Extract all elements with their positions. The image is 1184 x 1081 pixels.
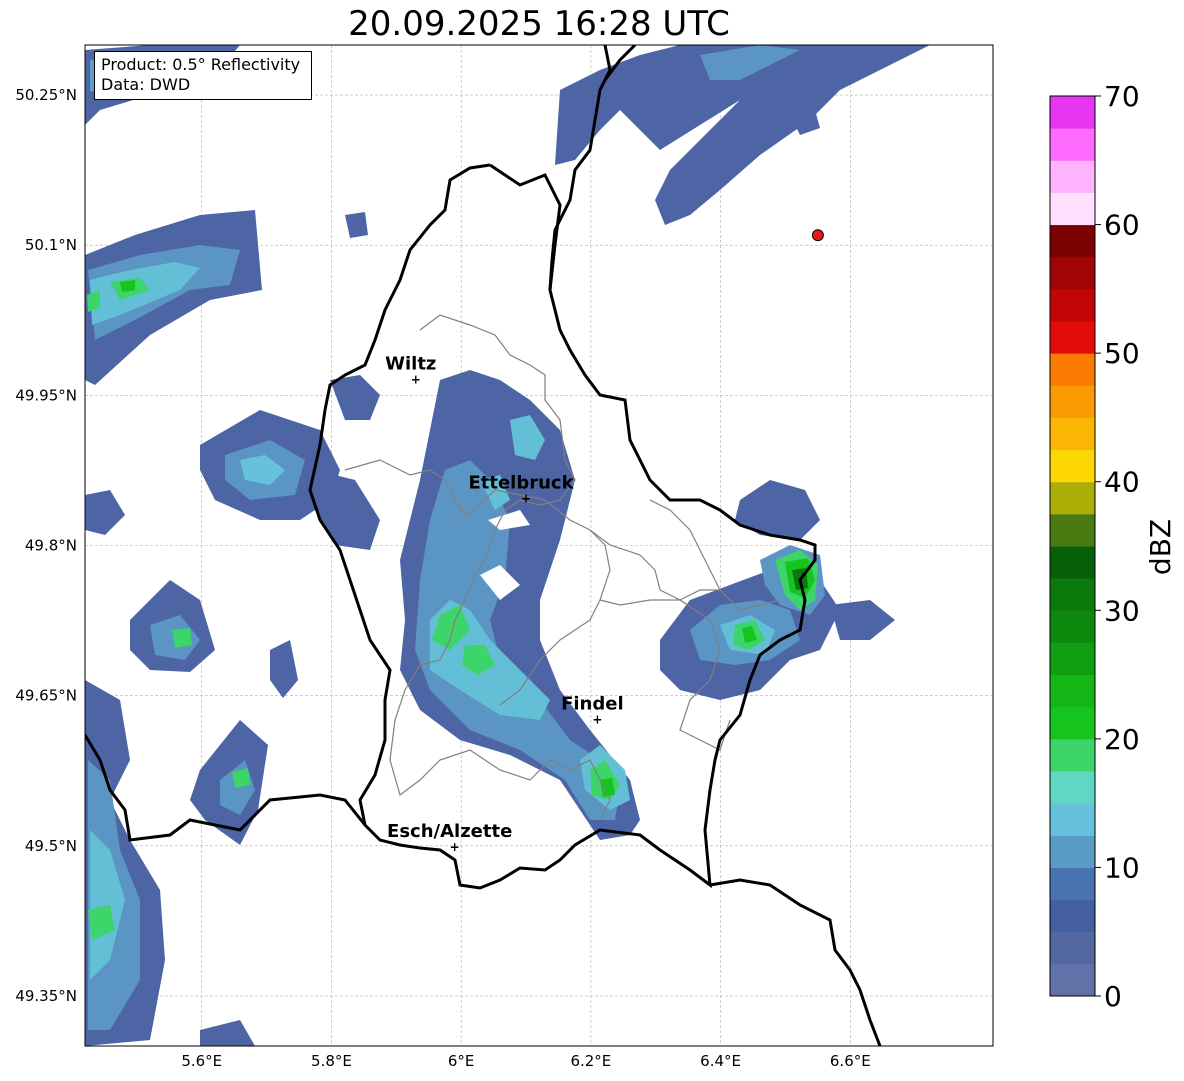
colorbar-segment	[1050, 706, 1095, 740]
colorbar-segment	[1050, 803, 1095, 836]
colorbar-segment	[1050, 449, 1095, 483]
colorbar-tick-label: 30	[1104, 594, 1140, 627]
colorbar-label: dBZ	[1144, 519, 1177, 575]
colorbar-segment	[1050, 546, 1095, 579]
colorbar-segment	[1050, 96, 1095, 129]
colorbar-segment	[1050, 353, 1095, 386]
colorbar-segment	[1050, 256, 1095, 290]
colorbar-segment	[1050, 610, 1095, 643]
colorbar-segment	[1050, 963, 1095, 997]
colorbar-segment	[1050, 192, 1095, 226]
colorbar-segment	[1050, 835, 1095, 868]
colorbar-segment	[1050, 899, 1095, 933]
info-product: Product: 0.5° Reflectivity	[101, 55, 301, 74]
colorbar-segment	[1050, 481, 1095, 515]
colorbar-segment	[1050, 288, 1095, 322]
colorbar-segment	[1050, 931, 1095, 965]
colorbar-tick-label: 20	[1104, 723, 1140, 756]
colorbar-segment	[1050, 867, 1095, 901]
colorbar-tick-label: 60	[1104, 209, 1140, 242]
colorbar-segment	[1050, 513, 1095, 547]
colorbar-segment	[1050, 128, 1095, 161]
info-box: Product: 0.5° Reflectivity Data: DWD	[94, 51, 312, 100]
colorbar-segment	[1050, 224, 1095, 258]
colorbar-segment	[1050, 738, 1095, 772]
colorbar-segment	[1050, 642, 1095, 676]
colorbar-segment	[1050, 674, 1095, 708]
colorbar-tick-label: 0	[1104, 980, 1122, 1013]
colorbar-segment	[1050, 578, 1095, 611]
colorbar-segment	[1050, 321, 1095, 354]
colorbar-segment	[1050, 417, 1095, 451]
colorbar-tick-label: 50	[1104, 337, 1140, 370]
colorbar-tick-label: 10	[1104, 851, 1140, 884]
colorbar-segment	[1050, 160, 1095, 193]
colorbar: 0 10 20 30 40 50 60 70 dBZ	[1049, 80, 1177, 1013]
colorbar-segment	[1050, 385, 1095, 418]
colorbar-segment	[1050, 771, 1095, 804]
colorbar-tick-label: 70	[1104, 80, 1140, 113]
info-source: Data: DWD	[101, 75, 191, 94]
colorbar-tick-label: 40	[1104, 466, 1140, 499]
